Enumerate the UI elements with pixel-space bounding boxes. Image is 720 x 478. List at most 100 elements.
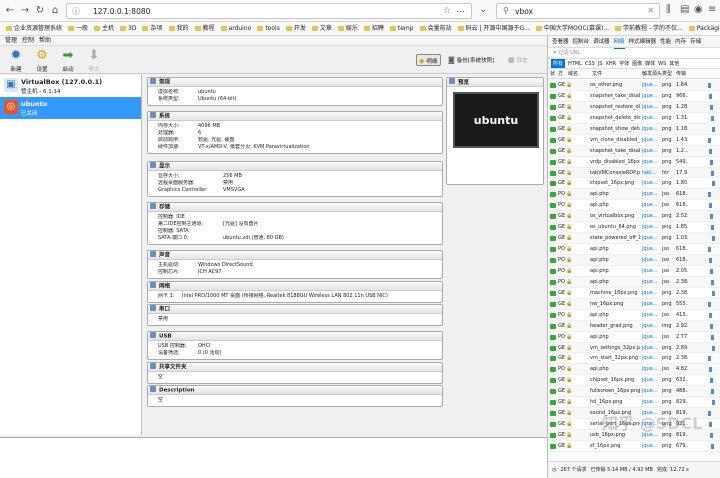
request-row[interactable]: GE🔒os_ubuntu_64.pngjque...png1.85...	[548, 222, 720, 233]
request-row[interactable]: PO🔒api.phpjque...jso618...	[548, 200, 720, 211]
request-row[interactable]: GE🔒state_powered_off_16pxjque...png1.03.…	[548, 233, 720, 244]
bookmark-item[interactable]: 招聘	[364, 22, 384, 36]
usb-header[interactable]: USB	[148, 332, 442, 341]
shared-folders-header[interactable]: 共享文件夹	[148, 363, 442, 372]
bookmark-star-icon[interactable]: ☆	[443, 6, 451, 16]
type-filter-button[interactable]: JS	[598, 59, 603, 69]
clear-search-icon[interactable]: ✕	[647, 6, 654, 15]
description-header[interactable]: Description	[148, 386, 442, 395]
column-header[interactable]: 触发源头	[642, 69, 662, 79]
type-filter-button[interactable]: 字体	[619, 59, 629, 69]
request-row[interactable]: PO🔒api.phpjque...jso2.77...	[548, 332, 720, 343]
devtools-tab[interactable]: 调试器	[593, 36, 610, 48]
url-text[interactable]: 127.0.0.1:8080	[93, 7, 150, 16]
vm-list-item-ubuntu[interactable]: ◎ ubuntu 已关闭	[0, 97, 141, 119]
request-row[interactable]: GE🔒hd_16px.pngjque...png829...	[548, 397, 720, 408]
system-header[interactable]: 系统	[148, 112, 442, 121]
menu-icon[interactable]: ≡	[708, 4, 716, 15]
forward-arrow-icon[interactable]: →	[18, 4, 32, 18]
devtools-tab[interactable]: 性能	[660, 36, 671, 48]
request-row[interactable]: GE🔒os_virtualbox.pngjque...png2.52...	[548, 211, 720, 222]
vm-list-item-host[interactable]: ▣ VirtualBox (127.0.0.1) 管主机 - 6.1.14	[0, 75, 141, 97]
request-row[interactable]: GE🔒vrdp_disabled_16px.pngjque...png549..…	[548, 157, 720, 168]
url-bar[interactable]: ⓘ 127.0.0.1:8080 ☆ …	[66, 3, 472, 19]
home-icon[interactable]: ⌂	[48, 4, 62, 18]
page-actions-icon[interactable]: …	[456, 5, 465, 15]
request-row[interactable]: GE🔒os_other.pngjque...png1.84...	[548, 80, 720, 91]
type-filter-button[interactable]: 其他	[669, 59, 679, 69]
menu-item[interactable]: 帮助	[39, 36, 51, 46]
bookmark-item[interactable]: 3D	[120, 22, 136, 36]
network-header[interactable]: 网络	[148, 282, 442, 291]
display-header[interactable]: 显示	[148, 162, 442, 171]
request-row[interactable]: PO🔒api.phpjque...jso618...	[548, 244, 720, 255]
url-filter-input[interactable]: ⏷ 过滤 URL	[548, 48, 720, 59]
menu-item[interactable]: 控制	[22, 36, 34, 46]
bookmark-item[interactable]: 会量前站	[420, 22, 452, 36]
serial-header[interactable]: 串口	[148, 305, 442, 314]
request-row[interactable]: PO🔒api.phpjque...jso618...	[548, 189, 720, 200]
bookmark-item[interactable]: 娱乐	[338, 22, 358, 36]
request-row[interactable]: PO🔒api.phpjque...jso413...	[548, 310, 720, 321]
bookmark-item[interactable]: Packaging ...	[689, 22, 720, 36]
search-input[interactable]: vbox	[515, 7, 533, 16]
type-filter-button[interactable]: HTML	[568, 59, 582, 69]
start-button[interactable]: ➡ 启动	[56, 48, 80, 73]
column-header[interactable]: 文件	[592, 69, 602, 79]
general-header[interactable]: 常规	[148, 78, 442, 87]
type-filter-button[interactable]: CSS	[585, 59, 595, 69]
request-row[interactable]: GE🔒sf_16px.pngjque...png679...	[548, 441, 720, 452]
info-icon[interactable]: ⓘ	[72, 6, 80, 17]
bookmark-item[interactable]: 杂项	[142, 22, 162, 36]
request-row[interactable]: GE🔒tabVMConsoleRDP.pngtabl...htr17.9...	[548, 168, 720, 179]
request-row[interactable]: GE🔒fullscreen_16px.pngjque...png488...	[548, 386, 720, 397]
request-row[interactable]: GE🔒machine_16px.pngjque...png2.38...	[548, 288, 720, 299]
column-header[interactable]: 传输	[676, 69, 686, 79]
type-filter-button[interactable]: 所有	[551, 59, 565, 69]
bookmark-item[interactable]: tools	[257, 22, 280, 36]
storage-header[interactable]: 存储	[148, 203, 442, 212]
type-filter-button[interactable]: XHR	[605, 59, 616, 69]
sidebar-icon[interactable]: ▤	[680, 4, 689, 15]
request-row[interactable]: GE🔒vm_clone_disabled_16pxjque...png1.43.…	[548, 135, 720, 146]
bookmark-item[interactable]: 教程	[195, 22, 215, 36]
log-tab-button[interactable]: ▦日志	[506, 54, 531, 66]
library-icon[interactable]: ⫼	[666, 4, 671, 15]
request-row[interactable]: GE🔒chipset_16px.pngjque...png1.80...	[548, 178, 720, 189]
bookmark-item[interactable]: 学前教程 - 学的不仅...	[615, 22, 683, 36]
devtools-tab[interactable]: 样式编辑器	[629, 36, 657, 48]
request-row[interactable]: GE🔒vm_start_32px.pngjque...png2.38...	[548, 353, 720, 364]
devtools-tab[interactable]: 控制台	[573, 36, 590, 48]
request-row[interactable]: GE🔒snapshot_delete_disabled_16pxjque...p…	[548, 113, 720, 124]
request-row[interactable]: GE🔒snapshot_show_details_16pxjque...png1…	[548, 124, 720, 135]
bookmark-item[interactable]: 一般	[68, 22, 88, 36]
discard-button[interactable]: ⬇ 停止	[82, 48, 106, 73]
request-row[interactable]: PO🔒api.phpjque...jso618...	[548, 255, 720, 266]
devtools-tab[interactable]: 内存	[675, 36, 686, 48]
request-row[interactable]: PO🔒api.phpjque...jso2.05...	[548, 266, 720, 277]
request-row[interactable]: GE🔒chipset_16px.pngjque...png632...	[548, 375, 720, 386]
request-row[interactable]: GE🔒nw_16px.pngjque...png555...	[548, 299, 720, 310]
dropdown-arrow-icon[interactable]: ⌄	[479, 4, 487, 15]
settings-button[interactable]: ⚙ 设置	[30, 48, 54, 73]
type-filter-button[interactable]: 媒体	[645, 59, 655, 69]
request-row[interactable]: GE🔒header_grad.pngjque...img2.92...	[548, 321, 720, 332]
bookmark-item[interactable]: arduino	[221, 22, 252, 36]
column-header[interactable]: 方	[558, 69, 563, 79]
menu-item[interactable]: 管理	[5, 36, 17, 46]
reload-icon[interactable]: ↻	[33, 4, 47, 18]
bookmark-item[interactable]: 主机	[94, 22, 114, 36]
bookmark-item[interactable]: 我的	[169, 22, 189, 36]
snapshots-tab-button[interactable]: ◙备份[系统快照]	[446, 54, 497, 66]
request-row[interactable]: GE🔒snapshot_take_disabled_16px.pngjque..…	[548, 91, 720, 102]
request-row[interactable]: PO🔒api.phpjque...jso2.38...	[548, 277, 720, 288]
search-bar[interactable]: ⚲ vbox ✕	[496, 3, 660, 19]
request-row[interactable]: GE🔒snapshot_take_disabled_16pxjque...png…	[548, 146, 720, 157]
request-row[interactable]: GE🔒snapshot_restore_disabled_16pxjque...…	[548, 102, 720, 113]
type-filter-button[interactable]: WS	[658, 59, 666, 69]
bookmark-item[interactable]: 中国大学MOOC(慕课)...	[536, 22, 609, 36]
type-filter-button[interactable]: 图像	[632, 59, 642, 69]
devtools-tab[interactable]: 存储	[690, 36, 701, 48]
request-row[interactable]: PO🔒api.phpjque...jso4.82...	[548, 364, 720, 375]
back-arrow-icon[interactable]: ←	[3, 4, 17, 18]
